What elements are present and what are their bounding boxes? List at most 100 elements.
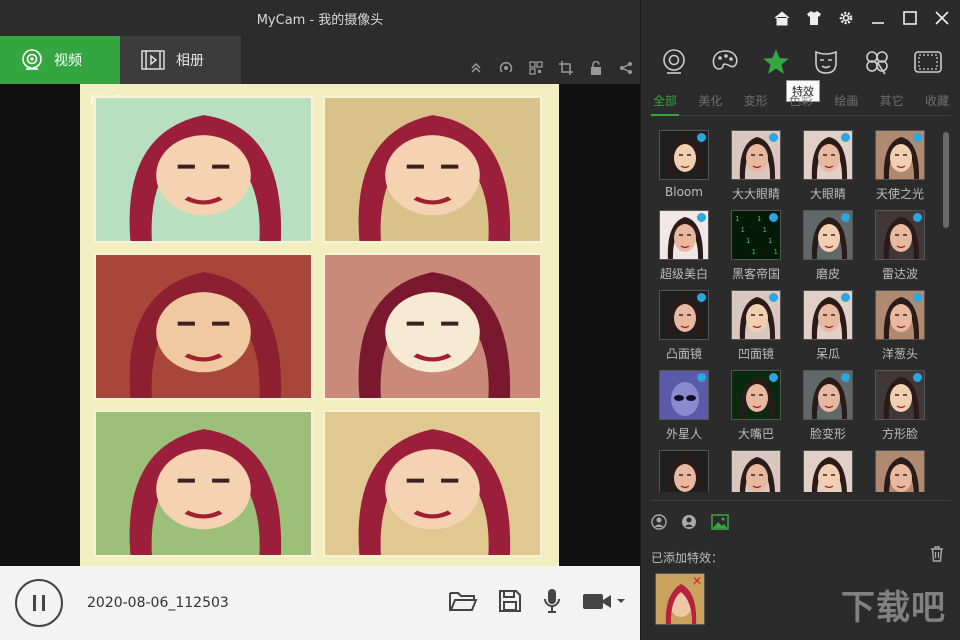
- webcam-category-icon[interactable]: [658, 46, 690, 78]
- effect-item[interactable]: 呆瓜: [797, 290, 859, 362]
- svg-text:1: 1: [746, 237, 750, 245]
- effect-item[interactable]: [869, 450, 929, 492]
- effect-thumbnail: [803, 450, 853, 492]
- preview-frame: [323, 96, 542, 243]
- maximize-icon[interactable]: [900, 8, 920, 28]
- effect-label: 磨皮: [815, 267, 840, 281]
- effect-thumbnail: [731, 130, 781, 180]
- effect-label: 大大眼睛: [731, 187, 780, 201]
- effect-item[interactable]: 大嘴巴: [725, 370, 787, 442]
- qrcode-icon[interactable]: [526, 58, 546, 78]
- title-bar: MyCam - 我的摄像头: [0, 0, 640, 36]
- preview-toolbar: [466, 58, 640, 78]
- effect-label: 脸变形: [809, 427, 846, 441]
- palette-icon[interactable]: [709, 46, 741, 78]
- effect-item[interactable]: 111111111黑客帝国: [725, 210, 787, 282]
- added-effect-item[interactable]: ✕: [655, 573, 705, 625]
- effect-item[interactable]: [797, 450, 859, 492]
- tab-video[interactable]: 视频: [0, 36, 120, 84]
- subtab-item[interactable]: 色彩: [787, 92, 815, 109]
- effect-thumbnail: [659, 450, 709, 492]
- subtab-item[interactable]: 绘画: [832, 92, 860, 109]
- downloaded-dot-icon: [769, 293, 778, 302]
- home-icon[interactable]: [772, 8, 792, 28]
- effect-item[interactable]: 方形脸: [869, 370, 929, 442]
- subtab-item[interactable]: 全部: [651, 92, 680, 116]
- svg-text:1: 1: [757, 215, 761, 223]
- subtab-item[interactable]: 其它: [878, 92, 906, 109]
- effect-item[interactable]: 天使之光: [869, 130, 929, 202]
- effect-item[interactable]: 洋葱头: [869, 290, 929, 362]
- svg-text:1: 1: [752, 248, 756, 256]
- effect-item[interactable]: 脸变形: [797, 370, 859, 442]
- effect-thumbnail: [803, 210, 853, 260]
- effect-thumbnail: [803, 370, 853, 420]
- effect-label: 洋葱头: [881, 347, 918, 361]
- effect-item[interactable]: Bloom: [653, 130, 715, 199]
- downloaded-dot-icon: [769, 213, 778, 222]
- preview-frame: [94, 410, 313, 557]
- effect-item[interactable]: 凸面镜: [653, 290, 715, 362]
- unlock-icon[interactable]: [586, 58, 606, 78]
- camera-select-icon[interactable]: [582, 590, 628, 612]
- crop-icon[interactable]: [556, 58, 576, 78]
- effect-item[interactable]: 雷达波: [869, 210, 929, 282]
- single-face-icon[interactable]: [651, 514, 667, 534]
- film-icon: [141, 50, 165, 70]
- tab-album[interactable]: 相册: [120, 36, 241, 84]
- downloaded-dot-icon: [913, 373, 922, 382]
- skin-icon[interactable]: [804, 8, 824, 28]
- effect-label: 大眼睛: [809, 187, 846, 201]
- effects-scrollbar-thumb[interactable]: [943, 132, 949, 228]
- effect-label: 呆瓜: [815, 347, 840, 361]
- broadcast-icon[interactable]: [496, 58, 516, 78]
- svg-text:1: 1: [741, 226, 745, 234]
- downloaded-dot-icon: [769, 373, 778, 382]
- tab-video-label: 视频: [54, 53, 82, 69]
- effect-item[interactable]: 凹面镜: [725, 290, 787, 362]
- bottom-actions: [448, 588, 628, 614]
- subtab-item[interactable]: 美化: [696, 92, 724, 109]
- effect-thumbnail: [659, 370, 709, 420]
- preview-frame: [323, 253, 542, 400]
- effect-thumbnail: [803, 290, 853, 340]
- remove-effect-icon[interactable]: ✕: [692, 574, 702, 588]
- trash-icon[interactable]: [930, 546, 944, 566]
- effect-thumbnail: [659, 130, 709, 180]
- star-effects-icon[interactable]: [760, 46, 792, 78]
- site-watermark: 下载吧: [841, 588, 946, 628]
- downloaded-dot-icon: [841, 213, 850, 222]
- effect-item[interactable]: 外星人: [653, 370, 715, 442]
- effect-item[interactable]: [725, 450, 787, 492]
- share-icon[interactable]: [616, 58, 636, 78]
- effect-item[interactable]: 大大眼睛: [725, 130, 787, 202]
- subtab-item[interactable]: 变形: [742, 92, 770, 109]
- pause-button[interactable]: [15, 579, 63, 627]
- effect-item[interactable]: 大眼睛: [797, 130, 859, 202]
- mask-icon[interactable]: [810, 46, 842, 78]
- downloaded-dot-icon: [913, 293, 922, 302]
- tab-album-label: 相册: [176, 53, 204, 69]
- bottom-toolbar: 2020-08-06_112503: [0, 566, 640, 640]
- multi-face-icon[interactable]: [681, 514, 697, 534]
- effect-item[interactable]: 磨皮: [797, 210, 859, 282]
- clover-icon[interactable]: [861, 46, 893, 78]
- effect-thumbnail: [659, 210, 709, 260]
- minimize-icon[interactable]: [868, 8, 888, 28]
- image-mode-icon[interactable]: [711, 514, 729, 534]
- effect-item[interactable]: 超级美白: [653, 210, 715, 282]
- svg-text:1: 1: [768, 237, 772, 245]
- collapse-up-icon[interactable]: [466, 58, 486, 78]
- microphone-icon[interactable]: [542, 588, 562, 614]
- close-icon[interactable]: [932, 8, 952, 28]
- frame-icon[interactable]: [912, 46, 944, 78]
- save-icon[interactable]: [498, 589, 522, 613]
- effect-item[interactable]: [653, 450, 715, 492]
- webcam-icon: [22, 49, 42, 70]
- open-folder-icon[interactable]: [448, 589, 478, 613]
- target-modes: [651, 514, 729, 534]
- effect-label: 雷达波: [881, 267, 918, 281]
- effect-thumbnail: [731, 450, 781, 492]
- settings-icon[interactable]: [836, 8, 856, 28]
- subtab-item[interactable]: 收藏: [923, 92, 951, 109]
